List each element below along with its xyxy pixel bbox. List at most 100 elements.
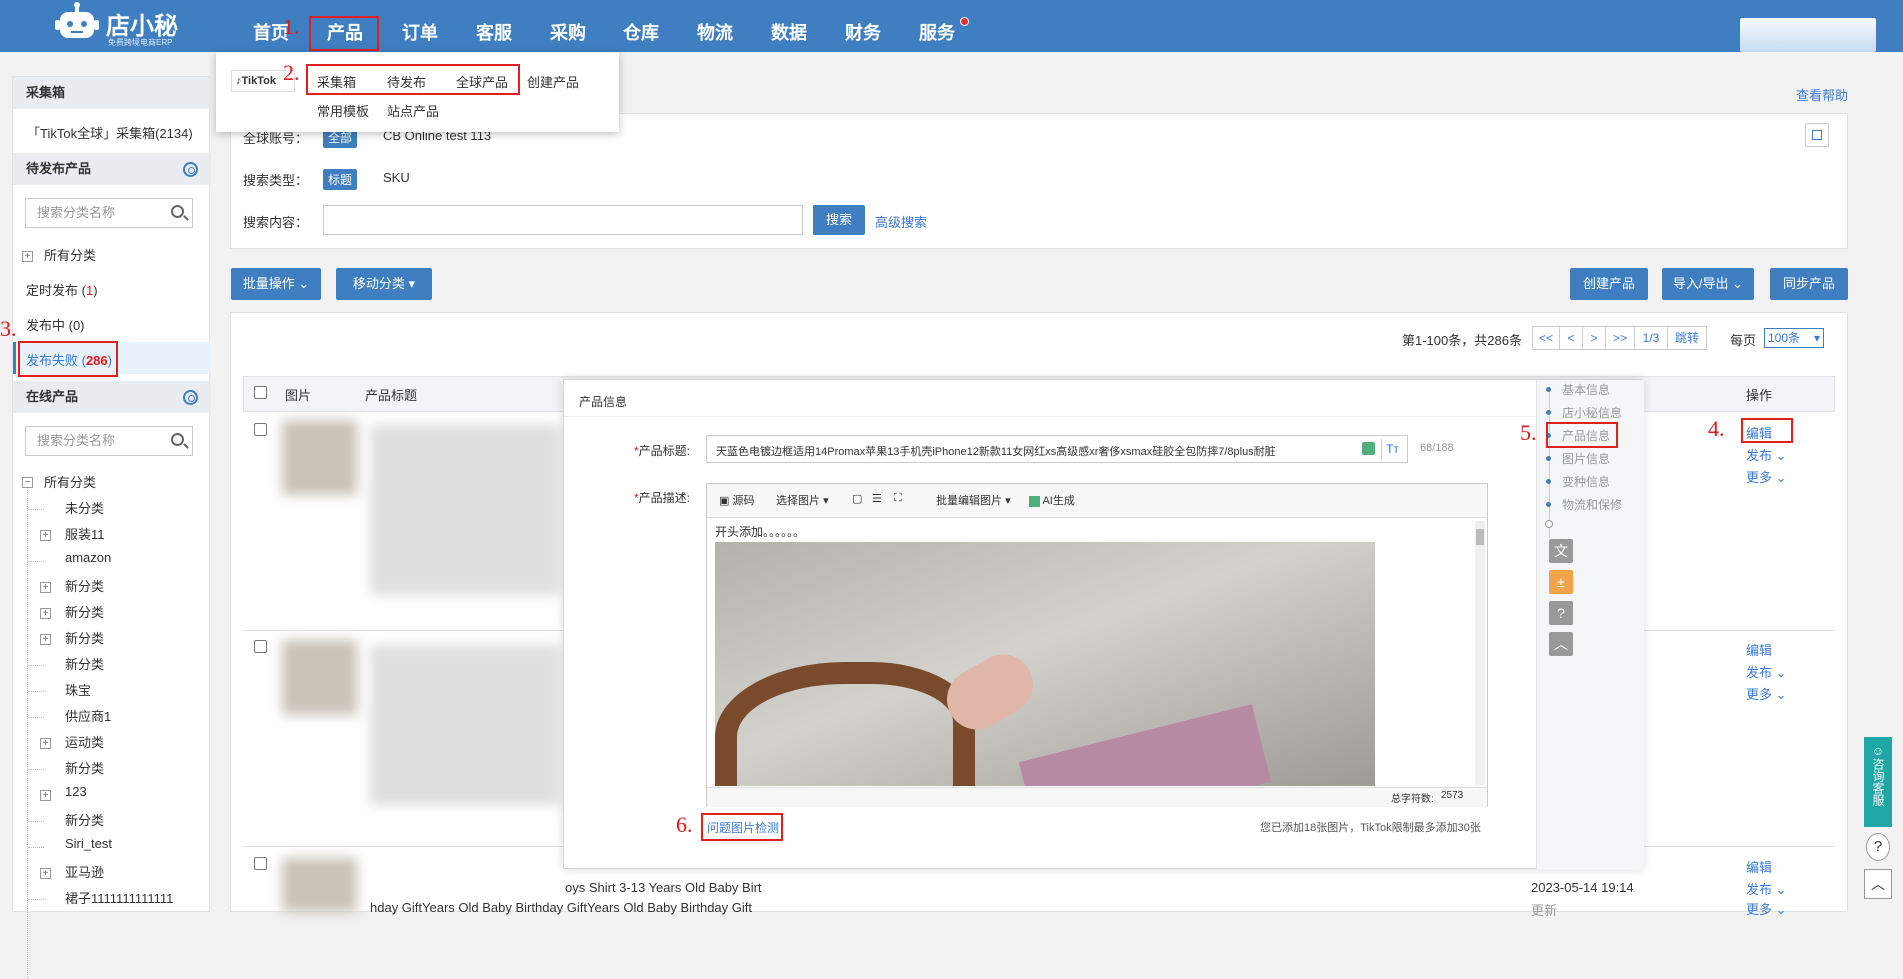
toolbar-list-icon[interactable]: ☰: [872, 492, 882, 505]
scroll-top-icon[interactable]: ︿: [1549, 632, 1573, 656]
online-settings-gear-icon[interactable]: [183, 390, 198, 405]
menu-item-create-product[interactable]: 创建产品: [527, 72, 579, 91]
sync-product-button[interactable]: 同步产品: [1770, 268, 1848, 300]
nav-image-info[interactable]: 图片信息: [1562, 450, 1610, 467]
category-tree-item[interactable]: 新分类: [65, 628, 104, 647]
category-tree-item[interactable]: 未分类: [65, 498, 104, 517]
nav-service[interactable]: 客服: [476, 0, 512, 52]
product-title-input[interactable]: 天蓝色电镀边框适用14Promax苹果13手机壳iPhone12新款11女网红x…: [706, 435, 1408, 463]
toolbar-file-icon[interactable]: ▢: [852, 492, 862, 505]
expand-plus-icon[interactable]: +: [40, 790, 51, 801]
help-float-icon[interactable]: ?: [1866, 833, 1890, 861]
pending-all-category[interactable]: 所有分类: [44, 245, 96, 264]
expand-plus-icon[interactable]: +: [40, 530, 51, 541]
user-account-box[interactable]: [1740, 18, 1876, 52]
ai-assist-icon[interactable]: [1362, 442, 1375, 455]
category-tree-item[interactable]: Siri_test: [65, 836, 112, 851]
category-tree-item[interactable]: 珠宝: [65, 680, 91, 699]
row-checkbox[interactable]: [254, 423, 267, 436]
toolbar-ai-generate[interactable]: AI生成: [1029, 492, 1075, 508]
nav-dxm-info[interactable]: 店小秘信息: [1562, 404, 1622, 421]
menu-item-site-products[interactable]: 站点产品: [387, 101, 439, 120]
menu-item-templates[interactable]: 常用模板: [317, 101, 369, 120]
calculator-icon[interactable]: ±: [1549, 570, 1573, 594]
search-type-title-tag[interactable]: 标题: [323, 169, 358, 190]
expand-plus-icon[interactable]: +: [40, 738, 51, 749]
sidebar-item-publishing[interactable]: 发布中 (0): [26, 315, 85, 334]
nav-order[interactable]: 订单: [402, 0, 438, 52]
toolbar-source-button[interactable]: ▣ 源码: [719, 492, 754, 508]
toolbar-select-image[interactable]: 选择图片 ▾: [776, 492, 829, 508]
nav-finance[interactable]: 财务: [845, 0, 881, 52]
nav-services[interactable]: 服务: [919, 0, 955, 52]
category-tree-item[interactable]: 新分类: [65, 576, 104, 595]
online-category-search-input[interactable]: 搜索分类名称: [25, 426, 193, 456]
consult-service-button[interactable]: ☺ 咨询客服: [1864, 737, 1892, 827]
category-tree-item[interactable]: 运动类: [65, 732, 104, 751]
category-tree-item[interactable]: 亚马逊: [65, 862, 104, 881]
row-more-link[interactable]: 更多 ⌄: [1746, 467, 1787, 486]
help-circle-icon[interactable]: ?: [1549, 601, 1573, 625]
nav-purchase[interactable]: 采购: [550, 0, 586, 52]
category-tree-item[interactable]: 新分类: [65, 602, 104, 621]
toolbar-batch-edit[interactable]: 批量编辑图片 ▾: [936, 492, 1011, 508]
text-format-icon[interactable]: Tт: [1381, 439, 1403, 459]
page-jump-button[interactable]: 跳转: [1667, 326, 1707, 350]
sidebar-item-collect-box[interactable]: 「TikTok全球」采集箱(2134): [27, 123, 193, 142]
search-icon[interactable]: [171, 433, 184, 446]
expand-plus-icon[interactable]: +: [40, 634, 51, 645]
online-all-category[interactable]: 所有分类: [44, 472, 96, 491]
import-export-button[interactable]: 导入/导出 ⌄: [1662, 268, 1754, 300]
nav-basic-info[interactable]: 基本信息: [1562, 381, 1610, 398]
row-publish-link[interactable]: 发布 ⌄: [1746, 445, 1787, 464]
row-checkbox[interactable]: [254, 640, 267, 653]
create-product-button[interactable]: 创建产品: [1570, 268, 1648, 300]
editor-scrollbar[interactable]: [1475, 521, 1485, 785]
expand-plus-icon[interactable]: +: [22, 251, 33, 262]
page-first-button[interactable]: <<: [1532, 326, 1560, 350]
row-publish-link[interactable]: 发布 ⌄: [1746, 662, 1787, 681]
collapse-panel-icon[interactable]: [1805, 123, 1829, 147]
description-editor[interactable]: 开头添加。。。。。。 总字符数: 2573: [706, 483, 1488, 807]
category-tree-item[interactable]: 新分类: [65, 654, 104, 673]
pending-category-search-input[interactable]: 搜索分类名称: [25, 198, 193, 228]
search-button[interactable]: 搜索: [813, 205, 865, 235]
expand-plus-icon[interactable]: +: [40, 608, 51, 619]
view-help-link[interactable]: 查看帮助: [1796, 85, 1848, 104]
search-type-sku[interactable]: SKU: [383, 170, 410, 185]
category-tree-item[interactable]: 新分类: [65, 758, 104, 777]
category-tree-item[interactable]: 新分类: [65, 810, 104, 829]
nav-variant-info[interactable]: 变种信息: [1562, 473, 1610, 490]
page-next-button[interactable]: >: [1582, 326, 1606, 350]
advanced-search-link[interactable]: 高级搜索: [875, 212, 927, 231]
row-checkbox[interactable]: [254, 857, 267, 870]
expand-plus-icon[interactable]: +: [40, 868, 51, 879]
category-tree-item[interactable]: 服装11: [65, 524, 105, 543]
page-last-button[interactable]: >>: [1605, 326, 1635, 350]
toolbar-resize-icon[interactable]: ⛶: [894, 492, 902, 505]
row-more-link[interactable]: 更多 ⌄: [1746, 684, 1787, 703]
nav-data[interactable]: 数据: [771, 0, 807, 52]
nav-logistics-warranty[interactable]: 物流和保修: [1562, 496, 1622, 513]
back-to-top-icon[interactable]: ︿: [1864, 869, 1892, 899]
category-tree-item[interactable]: 裙子1111111111111: [65, 888, 173, 907]
batch-operation-button[interactable]: 批量操作 ⌄: [231, 268, 321, 300]
row-more-link[interactable]: 更多 ⌄: [1746, 899, 1787, 918]
translate-icon[interactable]: 文: [1549, 539, 1573, 563]
move-category-button[interactable]: 移动分类 ▾: [336, 268, 432, 300]
collapse-minus-icon[interactable]: −: [22, 477, 33, 488]
nav-logistics[interactable]: 物流: [697, 0, 733, 52]
row-edit-link[interactable]: 编辑: [1746, 640, 1772, 659]
sidebar-item-timed-publish[interactable]: 定时发布 (1): [26, 280, 98, 299]
search-content-input[interactable]: [323, 205, 803, 235]
search-icon[interactable]: [171, 205, 184, 218]
expand-plus-icon[interactable]: +: [40, 582, 51, 593]
select-all-checkbox[interactable]: [254, 386, 267, 399]
page-prev-button[interactable]: <: [1559, 326, 1583, 350]
per-page-select[interactable]: 100条 ▾: [1764, 328, 1824, 348]
nav-warehouse[interactable]: 仓库: [623, 0, 659, 52]
category-tree-item[interactable]: amazon: [65, 550, 111, 565]
row-publish-link[interactable]: 发布 ⌄: [1746, 879, 1787, 898]
row-edit-link[interactable]: 编辑: [1746, 857, 1772, 876]
category-tree-item[interactable]: 123: [65, 784, 87, 799]
